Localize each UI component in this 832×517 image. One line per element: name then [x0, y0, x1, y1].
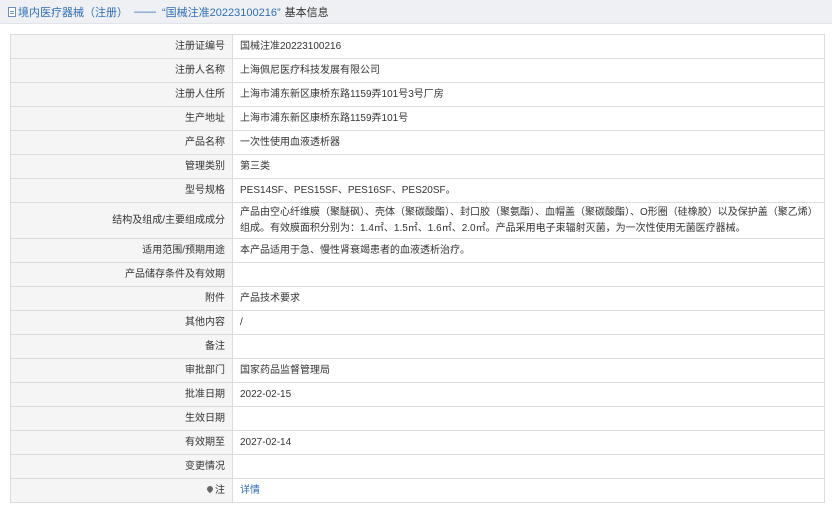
row-value: 上海佩尼医疗科技发展有限公司 — [232, 58, 825, 83]
row-label: 审批部门 — [10, 358, 233, 383]
row-value: 国家药品监督管理局 — [232, 358, 825, 383]
row-value: 上海市浦东新区康桥东路1159弄101号 — [232, 106, 825, 131]
row-value: 国械注准20223100216 — [232, 34, 825, 59]
note-label-cell: 注 — [10, 478, 233, 503]
note-value-cell: 详情 — [232, 478, 825, 503]
row-label: 结构及组成/主要组成成分 — [10, 202, 233, 239]
row-label: 生产地址 — [10, 106, 233, 131]
row-label: 注册证编号 — [10, 34, 233, 59]
row-value: 2027-02-14 — [232, 430, 825, 455]
header-category: 境内医疗器械（注册） — [18, 6, 128, 19]
row-label: 适用范围/预期用途 — [10, 238, 233, 263]
row-label: 产品储存条件及有效期 — [10, 262, 233, 287]
info-table: 注册证编号 国械注准20223100216 注册人名称 上海佩尼医疗科技发展有限… — [10, 34, 825, 503]
row-value: 上海市浦东新区康桥东路1159弄101号3号厂房 — [232, 82, 825, 107]
row-label: 管理类别 — [10, 154, 233, 179]
note-label: 注 — [215, 484, 225, 496]
row-value — [232, 334, 825, 359]
header-separator: —— — [134, 5, 156, 18]
row-label: 产品名称 — [10, 130, 233, 155]
page-header: 境内医疗器械（注册） —— “国械注准20223100216” 基本信息 — [0, 0, 832, 24]
row-value — [232, 262, 825, 287]
row-value: 本产品适用于急、慢性肾衰竭患者的血液透析治疗。 — [232, 238, 825, 263]
row-label: 注册人住所 — [10, 82, 233, 107]
table-row: 结构及组成/主要组成成分 产品由空心纤维膜（聚醚砜）、壳体（聚碳酸酯）、封口胶（… — [10, 202, 825, 239]
table-row: 附件 产品技术要求 — [10, 286, 825, 311]
row-label: 注册人名称 — [10, 58, 233, 83]
row-label: 生效日期 — [10, 406, 233, 431]
row-label: 型号规格 — [10, 178, 233, 203]
table-row: 备注 — [10, 334, 825, 359]
table-row: 注册人名称 上海佩尼医疗科技发展有限公司 — [10, 58, 825, 83]
table-row: 适用范围/预期用途 本产品适用于急、慢性肾衰竭患者的血液透析治疗。 — [10, 238, 825, 263]
table-row: 产品名称 一次性使用血液透析器 — [10, 130, 825, 155]
table-row: 其他内容 / — [10, 310, 825, 335]
table-row: 注册证编号 国械注准20223100216 — [10, 34, 825, 59]
row-value: 一次性使用血液透析器 — [232, 130, 825, 155]
table-row: 变更情况 — [10, 454, 825, 479]
note-row: 注 详情 — [10, 478, 825, 503]
row-value — [232, 406, 825, 431]
table-row: 注册人住所 上海市浦东新区康桥东路1159弄101号3号厂房 — [10, 82, 825, 107]
table-row: 型号规格 PES14SF、PES15SF、PES16SF、PES20SF。 — [10, 178, 825, 203]
header-record-title: “国械注准20223100216” — [162, 6, 281, 19]
row-value: PES14SF、PES15SF、PES16SF、PES20SF。 — [232, 178, 825, 203]
table-row: 生效日期 — [10, 406, 825, 431]
row-value: 第三类 — [232, 154, 825, 179]
table-row: 有效期至 2027-02-14 — [10, 430, 825, 455]
row-label: 有效期至 — [10, 430, 233, 455]
header-suffix: 基本信息 — [284, 6, 329, 19]
row-value — [232, 454, 825, 479]
row-value: / — [232, 310, 825, 335]
row-label: 变更情况 — [10, 454, 233, 479]
row-value: 2022-02-15 — [232, 382, 825, 407]
pin-icon — [205, 484, 215, 493]
row-label: 备注 — [10, 334, 233, 359]
table-row: 批准日期 2022-02-15 — [10, 382, 825, 407]
row-value: 产品由空心纤维膜（聚醚砜）、壳体（聚碳酸酯）、封口胶（聚氨酯）、血帽盖（聚碳酸酯… — [232, 202, 825, 239]
row-label: 批准日期 — [10, 382, 233, 407]
table-row: 审批部门 国家药品监督管理局 — [10, 358, 825, 383]
row-label: 其他内容 — [10, 310, 233, 335]
document-icon — [8, 6, 16, 17]
row-value: 产品技术要求 — [232, 286, 825, 311]
table-row: 生产地址 上海市浦东新区康桥东路1159弄101号 — [10, 106, 825, 131]
table-row: 管理类别 第三类 — [10, 154, 825, 179]
detail-link[interactable]: 详情 — [240, 485, 260, 496]
table-row: 产品储存条件及有效期 — [10, 262, 825, 287]
row-label: 附件 — [10, 286, 233, 311]
